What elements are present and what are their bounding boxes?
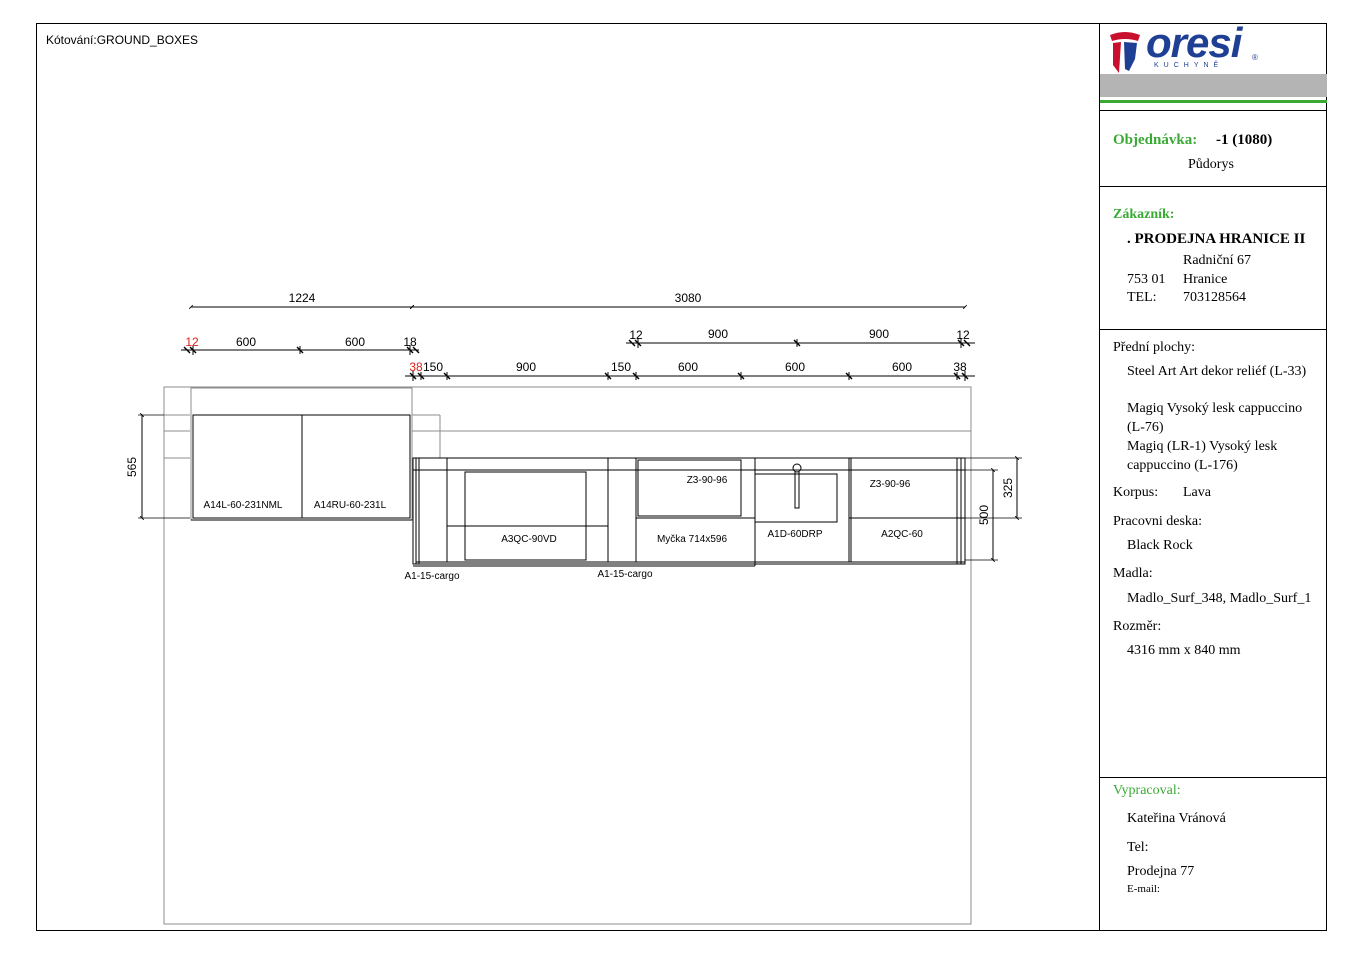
label-a14l: A14L-60-231NML (204, 500, 283, 511)
dim-wall-12: 12 (185, 335, 199, 349)
fronts-1: Steel Art Art dekor reliéf (L-33) (1127, 364, 1307, 379)
customer-city: Hranice (1183, 272, 1228, 287)
dim-upper-12-b: 12 (956, 328, 970, 342)
worktop-label: Pracovni deska: (1113, 514, 1203, 529)
fronts-3b: cappuccino (L-176) (1127, 458, 1238, 473)
customer-label: Zákazník: (1113, 207, 1175, 222)
label-a2qc: A2QC-60 (881, 529, 923, 540)
author-label: Vypracoval: (1113, 783, 1181, 798)
label-a3qc: A3QC-90VD (501, 534, 557, 545)
logo-subtitle: KUCHYNĚ (1154, 62, 1224, 69)
fronts-3a: Magiq (LR-1) Vysoký lesk (1127, 439, 1278, 454)
label-z3-left: Z3-90-96 (687, 475, 728, 486)
faucet-icon (792, 463, 802, 473)
dim-base-38-a: 38 (409, 360, 423, 374)
dim-base-150-b: 150 (611, 360, 631, 374)
label-cargo-mid: A1-15-cargo (597, 569, 652, 580)
dim-upper-900-a: 900 (708, 327, 728, 341)
customer-street: Radniční 67 (1183, 253, 1252, 268)
dim-500: 500 (977, 505, 991, 525)
dim-wall-18: 18 (403, 335, 417, 349)
korpus-label: Korpus: (1113, 485, 1159, 500)
label-dishwasher: Myčka 714x596 (657, 534, 727, 545)
handles-label: Madla: (1113, 566, 1153, 581)
dim-base-600-c: 600 (892, 360, 912, 374)
dim-base-38-b: 38 (953, 360, 967, 374)
email-label: E-mail: (1127, 883, 1160, 895)
customer-tel-label: TEL: (1127, 290, 1157, 305)
dim-base-900: 900 (516, 360, 536, 374)
dim-wall-600-a: 600 (236, 335, 256, 349)
floor-plan-drawing: 1224 3080 12 600 600 18 12 900 900 12 38… (125, 291, 1022, 925)
customer-name: . PRODEJNA HRANICE II (1127, 231, 1306, 247)
customer-zip: 753 01 (1127, 272, 1166, 287)
size-value: 4316 mm x 840 mm (1127, 643, 1241, 658)
unit-z3-left (637, 459, 742, 517)
dim-325: 325 (1001, 478, 1015, 498)
dim-1224: 1224 (289, 291, 316, 305)
title-block: oresi ® KUCHYNĚ Objednávka: -1 (1080) Pů… (1099, 23, 1327, 931)
dim-base-150-a: 150 (423, 360, 443, 374)
oresi-logo: oresi ® KUCHYNĚ (1106, 23, 1266, 75)
worktop-value: Black Rock (1127, 538, 1193, 553)
logo-registered: ® (1252, 53, 1258, 62)
label-a14ru: A14RU-60-231L (314, 500, 387, 511)
label-a1d: A1D-60DRP (767, 529, 822, 540)
dim-upper-900-b: 900 (869, 327, 889, 341)
author-value: Kateřina Vránová (1127, 811, 1226, 826)
dim-wall-600-b: 600 (345, 335, 365, 349)
label-z3-right: Z3-90-96 (870, 479, 911, 490)
drawing-title: Kótování:GROUND_BOXES (46, 33, 199, 47)
fronts-label: Přední plochy: (1113, 340, 1196, 355)
fronts-2a: Magiq Vysoký lesk cappuccino (1127, 401, 1303, 416)
order-value: -1 (1080) (1216, 132, 1273, 148)
customer-tel-value: 703128564 (1183, 290, 1246, 305)
oresi-logo-mark-icon (1110, 32, 1140, 73)
fronts-2b: (L-76) (1127, 420, 1164, 435)
plan-label: Půdorys (1188, 157, 1234, 172)
room-outline (163, 386, 972, 925)
dim-3080: 3080 (675, 291, 702, 305)
logo-green-bar (1100, 100, 1327, 103)
logo-grey-bar (1100, 74, 1327, 97)
size-label: Rozměr: (1113, 619, 1162, 634)
korpus-value: Lava (1183, 485, 1211, 500)
handles-value: Madlo_Surf_348, Madlo_Surf_1 (1127, 591, 1312, 606)
dim-base-600-b: 600 (785, 360, 805, 374)
tel2-label: Tel: (1127, 840, 1149, 855)
logo-wordmark: oresi (1146, 23, 1242, 66)
dim-upper-12-a: 12 (629, 328, 643, 342)
order-label: Objednávka: (1113, 132, 1198, 148)
shop-value: Prodejna 77 (1127, 864, 1195, 879)
unit-a1d-sink (754, 473, 838, 523)
base-units-outline (412, 457, 966, 565)
unit-a3qc (464, 471, 587, 561)
dim-base-600-a: 600 (678, 360, 698, 374)
label-cargo-left: A1-15-cargo (404, 571, 459, 582)
dim-565: 565 (125, 457, 139, 477)
